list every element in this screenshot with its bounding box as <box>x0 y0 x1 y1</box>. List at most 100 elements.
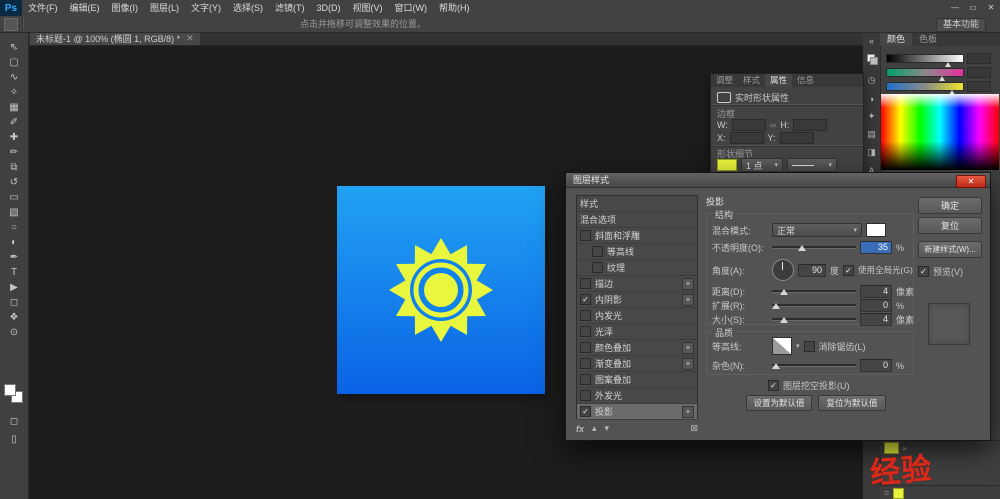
y-field[interactable] <box>780 132 814 144</box>
height-field[interactable] <box>793 119 827 131</box>
spread-slider-handle[interactable] <box>772 303 780 309</box>
history-panel-icon[interactable]: ◷ <box>863 72 880 89</box>
tab-swatches[interactable]: 色板 <box>912 32 944 46</box>
reset-default-button[interactable]: 复位为默认值 <box>818 395 886 411</box>
tab-info[interactable]: 信息 <box>792 74 819 87</box>
opacity-slider[interactable] <box>772 246 856 249</box>
noise-slider[interactable] <box>772 364 856 367</box>
move-tool[interactable]: ⇖ <box>0 40 28 55</box>
menu-image[interactable]: 图像(I) <box>106 0 145 16</box>
contour-dropdown-icon[interactable]: ▾ <box>796 342 800 350</box>
color-value-a[interactable] <box>967 67 991 78</box>
menu-layer[interactable]: 图层(L) <box>144 0 185 16</box>
history-brush-tool[interactable]: ↺ <box>0 175 28 190</box>
menu-filter[interactable]: 滤镜(T) <box>269 0 311 16</box>
contour-thumbnail[interactable] <box>772 337 792 355</box>
add-inner-shadow-icon[interactable]: + <box>682 294 694 306</box>
type-tool[interactable]: T <box>0 265 28 280</box>
brush-tool[interactable]: ✏ <box>0 145 28 160</box>
texture-checkbox[interactable] <box>592 262 603 273</box>
color-slider-l[interactable] <box>886 54 964 63</box>
tab-styles[interactable]: 样式 <box>738 74 765 87</box>
menu-file[interactable]: 文件(F) <box>22 0 64 16</box>
shape-tool[interactable]: ◻ <box>0 295 28 310</box>
style-item-outer-glow[interactable]: 外发光 <box>577 388 697 404</box>
fx-icon[interactable]: fx <box>576 424 584 434</box>
fill-color-swatch[interactable] <box>717 159 737 171</box>
mini-swatch-icon[interactable] <box>867 54 876 63</box>
set-default-button[interactable]: 设置为默认值 <box>746 395 812 411</box>
bevel-checkbox[interactable] <box>580 230 591 241</box>
new-style-button[interactable]: 新建样式(W)... <box>918 241 982 258</box>
reset-button[interactable]: 复位 <box>918 217 982 234</box>
style-item-bevel-emboss[interactable]: 斜面和浮雕 <box>577 228 697 244</box>
knockout-checkbox[interactable] <box>768 380 779 391</box>
color-slider-a-handle[interactable] <box>939 76 945 81</box>
menu-type[interactable]: 文字(Y) <box>185 0 227 16</box>
adjustments-panel-icon[interactable]: ◑ <box>863 90 880 107</box>
size-slider-handle[interactable] <box>780 317 788 323</box>
libraries-panel-icon[interactable]: ▤ <box>863 126 880 143</box>
lasso-tool[interactable]: ∿ <box>0 70 28 85</box>
preview-checkbox[interactable] <box>918 266 929 277</box>
collapse-panels-icon[interactable]: « <box>863 32 880 49</box>
minimize-button[interactable]: — <box>946 0 964 16</box>
width-field[interactable] <box>732 119 766 131</box>
pattern-overlay-checkbox[interactable] <box>580 374 591 385</box>
x-field[interactable] <box>730 132 764 144</box>
style-item-styles[interactable]: 样式 <box>577 196 697 212</box>
color-slider-a[interactable] <box>886 68 964 77</box>
clone-stamp-tool[interactable]: ⧉ <box>0 160 28 175</box>
add-gradient-overlay-icon[interactable]: + <box>682 358 694 370</box>
drop-shadow-checkbox[interactable] <box>580 406 591 417</box>
menu-window[interactable]: 窗口(W) <box>389 0 434 16</box>
screen-mode-button[interactable]: ▯ <box>0 432 28 447</box>
distance-value[interactable]: 4 <box>860 285 892 298</box>
move-down-icon[interactable]: ▾ <box>605 423 610 434</box>
pen-tool[interactable]: ✒ <box>0 250 28 265</box>
shadow-color-swatch[interactable] <box>866 223 886 237</box>
angle-dial[interactable] <box>772 259 794 281</box>
sun-shape[interactable] <box>385 234 497 346</box>
color-value-l[interactable] <box>967 53 991 64</box>
style-item-texture[interactable]: 纹理 <box>577 260 697 276</box>
distance-slider-handle[interactable] <box>780 289 788 295</box>
path-selection-tool[interactable]: ▶ <box>0 280 28 295</box>
contour-checkbox[interactable] <box>592 246 603 257</box>
size-value[interactable]: 4 <box>860 313 892 326</box>
marquee-tool[interactable]: ▢ <box>0 55 28 70</box>
style-item-blending-options[interactable]: 混合选项 <box>577 212 697 228</box>
crop-tool[interactable]: ▦ <box>0 100 28 115</box>
antialias-checkbox[interactable] <box>804 341 815 352</box>
style-item-contour[interactable]: 等高线 <box>577 244 697 260</box>
style-item-inner-shadow[interactable]: 内阴影+ <box>577 292 697 308</box>
tool-preset-icon[interactable] <box>4 18 18 31</box>
add-drop-shadow-icon[interactable]: + <box>682 406 694 418</box>
color-slider-l-handle[interactable] <box>945 62 951 67</box>
tab-adjustments[interactable]: 调整 <box>711 74 738 87</box>
dialog-close-button[interactable]: ✕ <box>956 175 986 188</box>
spread-value[interactable]: 0 <box>860 299 892 312</box>
blur-tool[interactable]: ○ <box>0 220 28 235</box>
angle-value[interactable]: 90 <box>798 264 826 277</box>
menu-view[interactable]: 视图(V) <box>347 0 389 16</box>
noise-slider-handle[interactable] <box>772 363 780 369</box>
style-item-inner-glow[interactable]: 内发光 <box>577 308 697 324</box>
quick-selection-tool[interactable]: ✧ <box>0 85 28 100</box>
add-color-overlay-icon[interactable]: + <box>682 342 694 354</box>
healing-brush-tool[interactable]: ✚ <box>0 130 28 145</box>
color-slider-b[interactable] <box>886 82 964 91</box>
color-overlay-checkbox[interactable] <box>580 342 591 353</box>
quick-mask-button[interactable]: ◻ <box>0 414 28 429</box>
tab-properties[interactable]: 属性 <box>765 74 792 87</box>
dialog-title-bar[interactable]: 图层样式 <box>566 173 990 188</box>
clone-source-panel-icon[interactable]: ◨ <box>863 144 880 161</box>
style-item-gradient-overlay[interactable]: 渐变叠加+ <box>577 356 697 372</box>
outer-glow-checkbox[interactable] <box>580 390 591 401</box>
distance-slider[interactable] <box>772 290 856 293</box>
close-button[interactable]: ✕ <box>982 0 1000 16</box>
document-tab-close-icon[interactable]: ✕ <box>186 33 194 44</box>
menu-help[interactable]: 帮助(H) <box>433 0 476 16</box>
style-item-pattern-overlay[interactable]: 图案叠加 <box>577 372 697 388</box>
inner-glow-checkbox[interactable] <box>580 310 591 321</box>
